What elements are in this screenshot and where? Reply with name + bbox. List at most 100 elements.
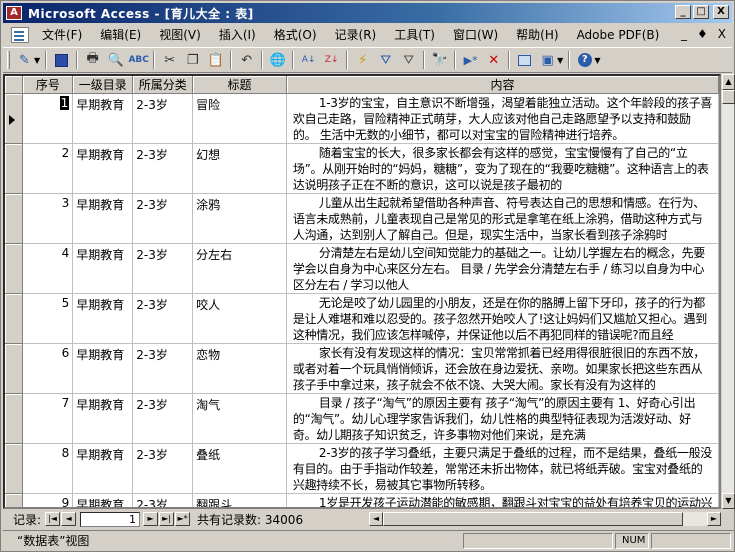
record-selector[interactable] <box>5 443 24 494</box>
menu-edit[interactable]: 编辑(E) <box>91 25 150 45</box>
cell-title[interactable]: 叠纸 <box>192 443 287 494</box>
help-icon[interactable]: ? <box>574 50 595 70</box>
toolbar-options-icon[interactable]: ▼ <box>594 56 600 65</box>
cell-title[interactable]: 恋物 <box>192 343 287 394</box>
record-selector[interactable] <box>5 143 24 194</box>
copy-icon[interactable]: ❐ <box>182 50 203 70</box>
scroll-down-button[interactable]: ▼ <box>722 493 735 509</box>
previous-record-button[interactable]: ◄ <box>61 512 77 526</box>
cell-content[interactable]: 家长有没有发现这样的情况：宝贝常常抓着已经用得很脏很旧的东西不放，或者对着一个玩… <box>286 343 719 394</box>
record-selector[interactable] <box>5 343 24 394</box>
delete-record-icon[interactable]: ✕ <box>483 50 504 70</box>
print-icon[interactable]: 🖶 <box>82 50 103 70</box>
cell-content[interactable]: 分清楚左右是幼儿空间知觉能力的基础之一。让幼儿学握左右的概念，先要学会以自身为中… <box>286 243 719 294</box>
cell-title[interactable]: 涂鸦 <box>192 193 287 244</box>
undo-icon[interactable]: ↶ <box>236 50 257 70</box>
doc-close-button[interactable]: X <box>718 27 726 41</box>
table-row[interactable]: 7 早期教育 2-3岁 淘气 目录 / 孩子“淘气”的原因主要有 孩子“淘气”的原因主要… <box>5 393 719 444</box>
column-header-id[interactable]: 序号 <box>22 76 74 94</box>
cell-id-value[interactable]: 1 <box>59 96 70 110</box>
cell-category2[interactable]: 2-3岁 <box>132 243 194 294</box>
doc-minimize-button[interactable]: _ <box>681 27 687 41</box>
cell-category2[interactable]: 2-3岁 <box>132 93 194 144</box>
record-selector[interactable] <box>5 193 24 244</box>
doc-restore-button[interactable]: ♦ <box>697 27 708 41</box>
sort-descending-icon[interactable]: Z↓ <box>321 50 342 70</box>
cut-icon[interactable]: ✂ <box>159 50 180 70</box>
column-header-category1[interactable]: 一级目录 <box>72 76 134 94</box>
cell-category2[interactable]: 2-3岁 <box>132 443 194 494</box>
cell-id[interactable]: 4 <box>22 243 74 294</box>
cell-content[interactable]: 目录 / 孩子“淘气”的原因主要有 孩子“淘气”的原因主要有 1、好奇心引出的“… <box>286 393 719 444</box>
table-row[interactable]: 6 早期教育 2-3岁 恋物 家长有没有发现这样的情况：宝贝常常抓着已经用得很脏很旧的东… <box>5 343 719 394</box>
cell-title[interactable]: 冒险 <box>192 93 287 144</box>
menu-file[interactable]: 文件(F) <box>33 25 91 45</box>
new-object-dropdown-icon[interactable]: ▼ <box>557 56 563 65</box>
cell-category1[interactable]: 早期教育 <box>72 293 134 344</box>
cell-id[interactable]: 3 <box>22 193 74 244</box>
menu-help[interactable]: 帮助(H) <box>507 25 567 45</box>
cell-title[interactable]: 淘气 <box>192 393 287 444</box>
title-bar[interactable]: A Microsoft Access - [育儿大全 : 表] _ □ X <box>3 3 732 23</box>
table-row[interactable]: 8 早期教育 2-3岁 叠纸 2-3岁的孩子学习叠纸，主要只满足于叠纸的过程，而不是结果… <box>5 443 719 494</box>
cell-category1[interactable]: 早期教育 <box>72 493 134 507</box>
cell-id[interactable]: 2 <box>22 143 74 194</box>
scroll-right-button[interactable]: ► <box>707 512 721 526</box>
cell-category2[interactable]: 2-3岁 <box>132 493 194 507</box>
new-object-icon[interactable]: ▣ <box>537 50 558 70</box>
column-header-content[interactable]: 内容 <box>286 76 719 94</box>
cell-category1[interactable]: 早期教育 <box>72 343 134 394</box>
cell-content[interactable]: 1岁是开发孩子运动潜能的敏感期，翻跟斗对宝宝的益处有培养宝贝的运动兴趣，促进大脑… <box>286 493 719 507</box>
cell-category1[interactable]: 早期教育 <box>72 193 134 244</box>
cell-category1[interactable]: 早期教育 <box>72 243 134 294</box>
cell-id[interactable]: 9 <box>22 493 74 507</box>
spell-check-icon[interactable]: ABC <box>128 50 149 70</box>
record-number-input[interactable]: 1 <box>80 511 141 527</box>
record-selector[interactable] <box>5 93 24 144</box>
cell-id[interactable]: 6 <box>22 343 74 394</box>
menu-adobe-pdf[interactable]: Adobe PDF(B) <box>568 25 669 45</box>
filter-by-selection-icon[interactable]: ⚡ <box>352 50 373 70</box>
cell-title[interactable]: 分左右 <box>192 243 287 294</box>
horizontal-scroll-thumb[interactable] <box>383 512 683 526</box>
minimize-button[interactable]: _ <box>675 5 691 19</box>
sort-ascending-icon[interactable]: A↓ <box>298 50 319 70</box>
cell-title[interactable]: 幻想 <box>192 143 287 194</box>
select-all-corner[interactable] <box>5 76 24 94</box>
cell-content[interactable]: 儿童从出生起就希望借助各种声音、符号表达自己的思想和情感。在行为、语言未成熟前，… <box>286 193 719 244</box>
vertical-scrollbar[interactable]: ▲ ▼ <box>721 74 735 509</box>
database-window-icon[interactable] <box>514 50 535 70</box>
cell-category2[interactable]: 2-3岁 <box>132 143 194 194</box>
toolbar-grip[interactable] <box>7 51 10 69</box>
access-icon[interactable]: A <box>6 6 22 20</box>
save-icon[interactable] <box>51 50 72 70</box>
cell-title[interactable]: 咬人 <box>192 293 287 344</box>
column-header-category2[interactable]: 所属分类 <box>132 76 194 94</box>
table-row[interactable]: 9 早期教育 2-3岁 翻跟斗 1岁是开发孩子运动潜能的敏感期，翻跟斗对宝宝的益处有培养… <box>5 493 719 507</box>
scroll-thumb[interactable] <box>722 90 735 104</box>
first-record-button[interactable]: |◄ <box>45 512 61 526</box>
record-selector[interactable] <box>5 493 24 507</box>
table-row[interactable]: 1 早期教育 2-3岁 冒险 1-3岁的宝宝，自主意识不断增强，渴望着能独立活动。这个年… <box>5 93 719 144</box>
cell-id[interactable]: 8 <box>22 443 74 494</box>
cell-category2[interactable]: 2-3岁 <box>132 293 194 344</box>
table-row[interactable]: 3 早期教育 2-3岁 涂鸦 儿童从出生起就希望借助各种声音、符号表达自己的思想和情感。… <box>5 193 719 244</box>
menu-view[interactable]: 视图(V) <box>150 25 210 45</box>
scroll-left-button[interactable]: ◄ <box>369 512 383 526</box>
maximize-button[interactable]: □ <box>693 5 709 19</box>
menu-tools[interactable]: 工具(T) <box>385 25 444 45</box>
cell-category1[interactable]: 早期教育 <box>72 393 134 444</box>
find-icon[interactable]: 🔭 <box>429 50 450 70</box>
cell-category1[interactable]: 早期教育 <box>72 93 134 144</box>
last-record-button[interactable]: ►| <box>159 512 175 526</box>
cell-category2[interactable]: 2-3岁 <box>132 343 194 394</box>
new-record-icon[interactable]: ▶* <box>460 50 481 70</box>
cell-title[interactable]: 翻跟斗 <box>192 493 287 507</box>
cell-content[interactable]: 随着宝宝的长大，很多家长都会有这样的感觉，宝宝慢慢有了自己的“立场”。从刚开始时… <box>286 143 719 194</box>
cell-id[interactable]: 7 <box>22 393 74 444</box>
cell-content[interactable]: 2-3岁的孩子学习叠纸，主要只满足于叠纸的过程，而不是结果，叠纸一般没有目的。由… <box>286 443 719 494</box>
cell-content[interactable]: 1-3岁的宝宝，自主意识不断增强，渴望着能独立活动。这个年龄段的孩子喜欢自己走路… <box>286 93 719 144</box>
cell-id[interactable]: 5 <box>22 293 74 344</box>
next-record-button[interactable]: ► <box>143 512 159 526</box>
menu-records[interactable]: 记录(R) <box>326 25 386 45</box>
